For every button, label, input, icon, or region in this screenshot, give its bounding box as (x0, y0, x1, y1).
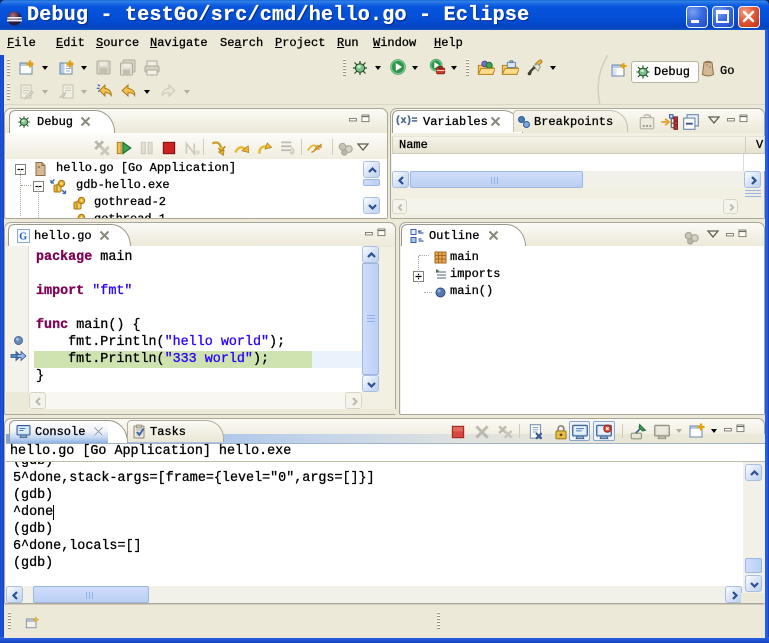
svg-text:G: G (19, 232, 27, 243)
